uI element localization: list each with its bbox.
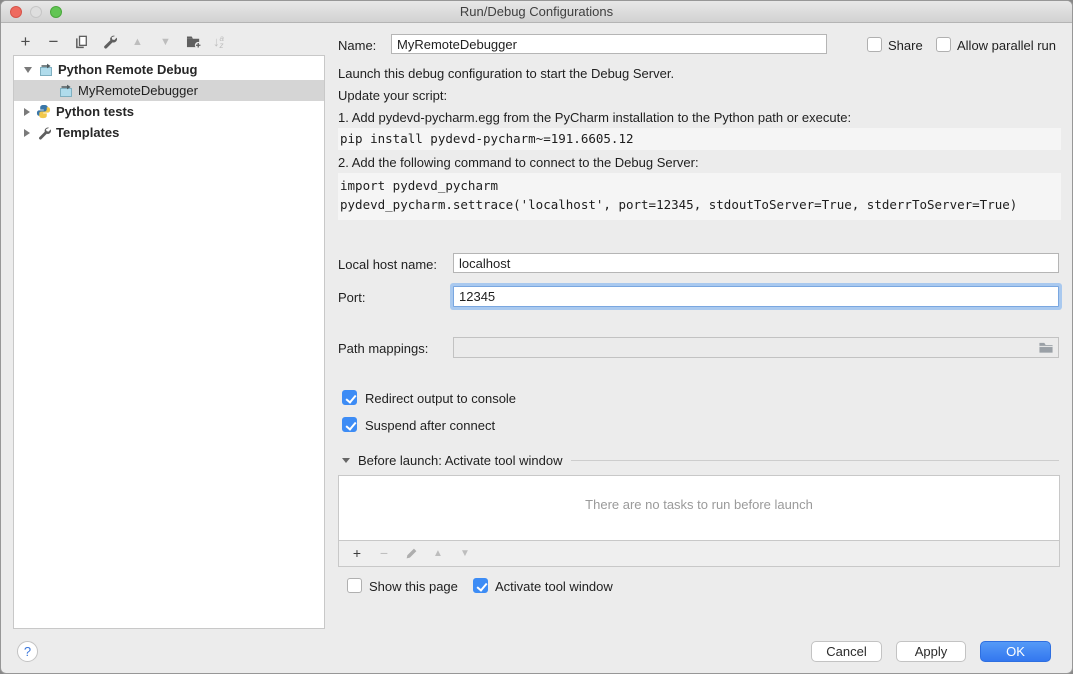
allow-parallel-run-checkbox[interactable] — [936, 37, 951, 52]
apply-button[interactable]: Apply — [896, 641, 966, 662]
tree-item-templates[interactable]: Templates — [14, 122, 324, 143]
step1-text: 1. Add pydevd-pycharm.egg from the PyCha… — [338, 110, 851, 125]
tree-item-label: MyRemoteDebugger — [78, 83, 198, 98]
show-this-page-checkbox[interactable] — [347, 578, 362, 593]
show-this-page-label: Show this page — [369, 579, 458, 594]
configurations-toolbar: + − ▲ ▼ ↓ az — [17, 33, 224, 50]
share-checkbox[interactable] — [867, 37, 882, 52]
suspend-after-connect-checkbox[interactable] — [342, 417, 357, 432]
pip-command-code: pip install pydevd-pycharm~=191.6605.12 — [338, 128, 1061, 150]
expanded-arrow-icon[interactable] — [24, 67, 32, 73]
local-host-label: Local host name: — [338, 257, 437, 272]
wrench-icon — [36, 125, 51, 140]
code-line: pydevd_pycharm.settrace('localhost', por… — [340, 195, 1061, 214]
before-launch-label: Before launch: Activate tool window — [358, 453, 563, 468]
ok-button[interactable]: OK — [980, 641, 1051, 662]
collapse-section-icon[interactable] — [342, 458, 350, 463]
move-up-icon: ▲ — [129, 33, 146, 50]
edit-templates-icon[interactable] — [101, 33, 118, 50]
browse-folder-icon[interactable] — [1038, 340, 1054, 358]
move-task-up-icon: ▲ — [431, 547, 445, 561]
path-mappings-field[interactable] — [453, 337, 1059, 358]
remove-task-icon: − — [377, 547, 391, 561]
redirect-output-label: Redirect output to console — [365, 391, 516, 406]
remote-debug-config-icon — [58, 83, 73, 98]
add-configuration-icon[interactable]: + — [17, 33, 34, 50]
allow-parallel-run-label: Allow parallel run — [957, 38, 1056, 53]
path-mappings-label: Path mappings: — [338, 341, 428, 356]
tree-item-myremotedebugger[interactable]: MyRemoteDebugger — [14, 80, 324, 101]
collapsed-arrow-icon[interactable] — [24, 108, 30, 116]
copy-configuration-icon[interactable] — [73, 33, 90, 50]
before-launch-task-list: There are no tasks to run before launch — [338, 475, 1060, 541]
task-list-toolbar: + − ▲ ▼ — [338, 541, 1060, 567]
local-host-input[interactable] — [453, 253, 1059, 273]
name-input[interactable] — [391, 34, 827, 54]
edit-task-icon — [404, 547, 418, 561]
suspend-after-connect-label: Suspend after connect — [365, 418, 495, 433]
port-input[interactable] — [453, 286, 1059, 307]
settrace-code: import pydevd_pycharm pydevd_pycharm.set… — [338, 173, 1061, 220]
title-bar: Run/Debug Configurations — [1, 1, 1072, 23]
tree-item-python-tests[interactable]: Python tests — [14, 101, 324, 122]
port-label: Port: — [338, 290, 365, 305]
move-down-icon: ▼ — [157, 33, 174, 50]
tree-item-label: Python Remote Debug — [58, 62, 197, 77]
description-text: Launch this debug configuration to start… — [338, 66, 674, 81]
cancel-button[interactable]: Cancel — [811, 641, 882, 662]
window-title: Run/Debug Configurations — [1, 4, 1072, 19]
redirect-output-checkbox[interactable] — [342, 390, 357, 405]
tree-item-label: Templates — [56, 125, 119, 140]
help-button[interactable]: ? — [17, 641, 38, 662]
code-line: import pydevd_pycharm — [340, 176, 1061, 195]
share-label: Share — [888, 38, 923, 53]
new-folder-icon[interactable] — [185, 33, 202, 50]
activate-tool-window-label: Activate tool window — [495, 579, 613, 594]
run-debug-configurations-dialog: Run/Debug Configurations + − ▲ ▼ ↓ az Py… — [0, 0, 1073, 674]
tree-item-python-remote-debug[interactable]: Python Remote Debug — [14, 59, 324, 80]
configurations-tree: Python Remote Debug MyRemoteDebugger Pyt… — [13, 55, 325, 629]
section-divider — [571, 460, 1059, 461]
name-label: Name: — [338, 38, 376, 53]
no-tasks-message: There are no tasks to run before launch — [339, 497, 1059, 512]
remote-debug-config-icon — [38, 62, 53, 77]
sort-alphabetically-icon: ↓ az — [213, 34, 224, 49]
activate-tool-window-checkbox[interactable] — [473, 578, 488, 593]
add-task-icon[interactable]: + — [350, 547, 364, 561]
before-launch-header[interactable]: Before launch: Activate tool window — [342, 453, 1059, 468]
tree-item-label: Python tests — [56, 104, 134, 119]
collapsed-arrow-icon[interactable] — [24, 129, 30, 137]
python-icon — [36, 104, 51, 119]
update-script-text: Update your script: — [338, 88, 447, 103]
move-task-down-icon: ▼ — [458, 547, 472, 561]
remove-configuration-icon[interactable]: − — [45, 33, 62, 50]
step2-text: 2. Add the following command to connect … — [338, 155, 699, 170]
